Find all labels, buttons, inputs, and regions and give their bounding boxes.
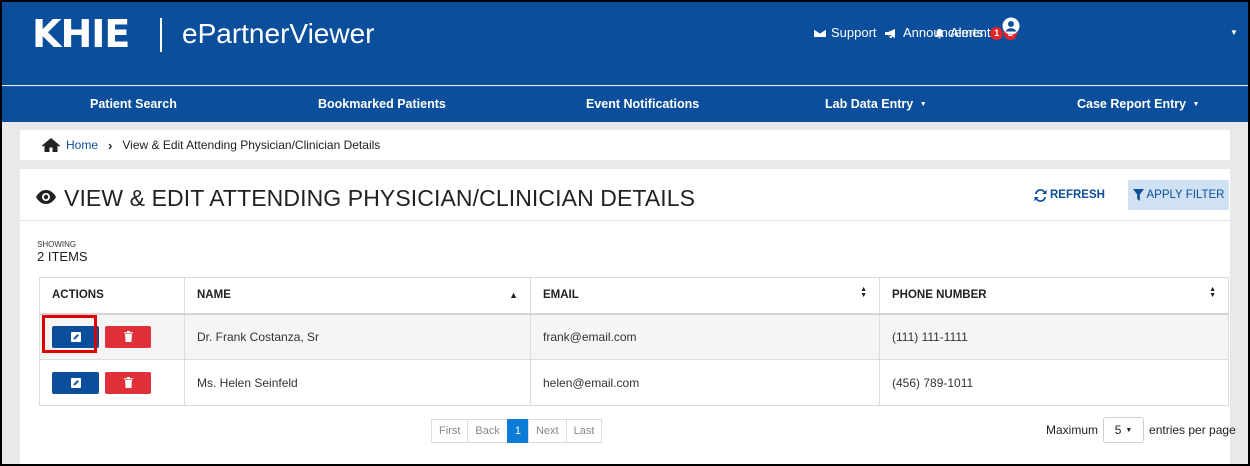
entries-per-page-value: 5: [1114, 423, 1122, 437]
page-last[interactable]: Last: [565, 419, 603, 443]
home-icon[interactable]: [42, 138, 60, 152]
delete-button[interactable]: [105, 325, 151, 348]
filter-icon: [1132, 189, 1144, 201]
edit-button[interactable]: [52, 325, 99, 348]
maximum-label: Maximum: [1046, 423, 1099, 437]
logo-divider: [160, 18, 162, 52]
chevron-down-icon: ▼: [1125, 426, 1133, 434]
eye-icon: [36, 190, 56, 204]
envelope-icon: [814, 28, 826, 37]
nav-case-report-entry-label: Case Report Entry: [1077, 97, 1187, 111]
entries-per-page-select[interactable]: 5 ▼: [1103, 417, 1145, 443]
bell-icon: [935, 28, 944, 38]
top-header: KHIE ePartnerViewer Support Announcement…: [2, 2, 1248, 85]
actions-cell: [39, 359, 185, 406]
sort-icon[interactable]: ▲ ▼: [1209, 286, 1216, 299]
delete-button[interactable]: [105, 371, 151, 394]
trash-icon: [123, 377, 133, 388]
alerts-item[interactable]: Alerts 1: [934, 24, 1004, 42]
entries-per-page-suffix: entries per page: [1149, 423, 1236, 437]
breadcrumb-home[interactable]: Home: [66, 138, 98, 152]
nav-lab-data-entry[interactable]: Lab Data Entry ▼: [825, 96, 927, 113]
edit-button[interactable]: [52, 371, 99, 394]
panel-header: VIEW & EDIT ATTENDING PHYSICIAN/CLINICIA…: [20, 169, 1230, 221]
table-row: Dr. Frank Costanza, Sr frank@email.com (…: [39, 313, 1229, 360]
column-header-phone-label: PHONE NUMBER: [892, 289, 987, 302]
breadcrumb-current: View & Edit Attending Physician/Clinicia…: [122, 138, 381, 152]
khie-logo[interactable]: KHIE: [32, 14, 130, 54]
edit-icon: [70, 377, 81, 388]
email-cell: helen@email.com: [530, 359, 880, 406]
name-cell: Dr. Frank Costanza, Sr: [184, 313, 531, 360]
table-row: Ms. Helen Seinfeld helen@email.com (456)…: [39, 359, 1229, 406]
phone-cell: (111) 111-1111: [879, 313, 1229, 360]
megaphone-icon: [885, 28, 895, 38]
support-label: Support: [831, 25, 877, 40]
refresh-label: REFRESH: [1050, 189, 1105, 201]
app-frame: KHIE ePartnerViewer Support Announcement…: [0, 0, 1250, 466]
user-menu-caret-icon[interactable]: ▼: [1230, 28, 1238, 37]
page-current[interactable]: 1: [506, 419, 529, 443]
page-title: VIEW & EDIT ATTENDING PHYSICIAN/CLINICIA…: [64, 185, 696, 211]
phone-cell: (456) 789-1011: [879, 359, 1229, 406]
app-title: ePartnerViewer: [182, 18, 375, 49]
page-next[interactable]: Next: [527, 419, 567, 443]
column-header-phone[interactable]: PHONE NUMBER ▲ ▼: [879, 277, 1229, 315]
trash-icon: [123, 331, 133, 343]
sort-icon[interactable]: ▲ ▼: [860, 286, 867, 299]
email-cell: frank@email.com: [530, 313, 880, 360]
apply-filter-button[interactable]: APPLY FILTER: [1128, 180, 1229, 210]
column-header-name[interactable]: NAME ▲: [184, 277, 531, 315]
edit-icon: [70, 331, 81, 342]
refresh-icon: [1034, 188, 1047, 202]
pagination: First Back 1 Next Last: [431, 419, 603, 443]
chevron-down-icon: ▼: [919, 101, 927, 108]
entries-per-page: Maximum 5 ▼ entries per page: [1046, 417, 1236, 443]
support-link[interactable]: Support: [814, 24, 877, 42]
column-header-name-label: NAME: [197, 289, 231, 302]
showing-label: SHOWING: [37, 240, 77, 249]
nav-case-report-entry[interactable]: Case Report Entry ▼: [1077, 96, 1199, 113]
column-header-email[interactable]: EMAIL ▲ ▼: [530, 277, 880, 315]
column-header-actions: ACTIONS: [39, 277, 185, 315]
chevron-right-icon: ›: [108, 137, 113, 153]
breadcrumb: Home › View & Edit Attending Physician/C…: [20, 130, 1230, 160]
showing-count: 2 ITEMS: [37, 249, 88, 264]
nav-bookmarked-patients[interactable]: Bookmarked Patients: [318, 96, 446, 112]
sort-ascending-icon[interactable]: ▲: [509, 290, 518, 300]
column-header-email-label: EMAIL: [543, 289, 579, 302]
alerts-label: Alerts: [950, 25, 984, 40]
page-first[interactable]: First: [431, 419, 469, 443]
user-account-icon[interactable]: [1002, 17, 1020, 35]
main-nav: Patient Search Bookmarked Patients Event…: [2, 86, 1248, 122]
page-back[interactable]: Back: [467, 419, 508, 443]
nav-lab-data-entry-label: Lab Data Entry: [825, 97, 914, 111]
refresh-button[interactable]: REFRESH: [1034, 183, 1105, 207]
nav-event-notifications[interactable]: Event Notifications: [586, 96, 699, 112]
actions-cell: [39, 313, 185, 360]
name-cell: Ms. Helen Seinfeld: [184, 359, 531, 406]
nav-patient-search[interactable]: Patient Search: [90, 96, 177, 112]
chevron-down-icon: ▼: [1192, 101, 1200, 108]
table-header-row: ACTIONS NAME ▲ EMAIL ▲ ▼ PHONE NUMBER ▲ ▼: [39, 277, 1229, 315]
clinician-table: ACTIONS NAME ▲ EMAIL ▲ ▼ PHONE NUMBER ▲ ▼: [39, 277, 1229, 406]
apply-filter-label: APPLY FILTER: [1146, 189, 1225, 201]
